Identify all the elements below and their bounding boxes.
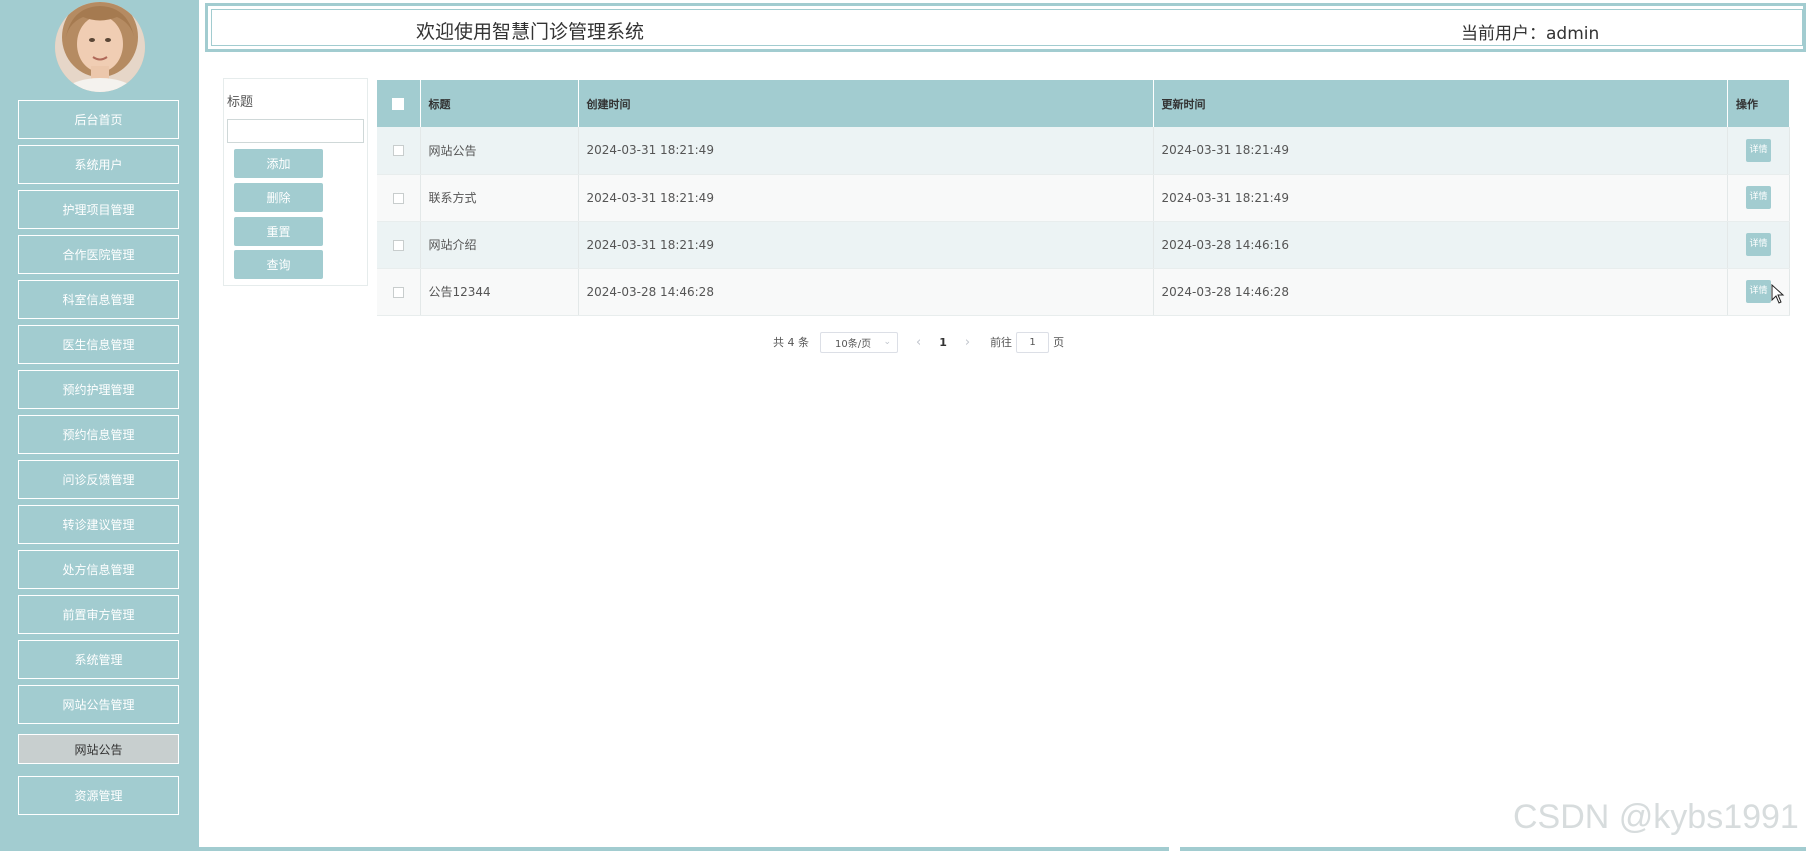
table-row: 网站介绍 2024-03-31 18:21:49 2024-03-28 14:4…	[377, 221, 1790, 269]
sidebar-item-label: 系统用户	[74, 158, 123, 172]
row-ops: 详情	[1727, 127, 1790, 175]
row-ops: 详情	[1727, 221, 1790, 269]
sidebar-item-label: 医生信息管理	[62, 338, 135, 352]
row-created: 2024-03-31 18:21:49	[578, 174, 1154, 222]
table-row: 公告12344 2024-03-28 14:46:28 2024-03-28 1…	[377, 268, 1790, 316]
search-title-label: 标题	[227, 95, 254, 110]
sidebar-item-label: 转诊建议管理	[62, 518, 135, 532]
sidebar-item-label: 预约信息管理	[62, 428, 135, 442]
page-title: 欢迎使用智慧门诊管理系统	[416, 21, 645, 43]
sidebar-item-label: 后台首页	[74, 113, 123, 127]
sidebar-item-system-users[interactable]: 系统用户	[18, 145, 179, 184]
header: 欢迎使用智慧门诊管理系统 当前用户：admin	[205, 3, 1806, 52]
row-check-cell	[377, 174, 421, 222]
sidebar-item-referral-advice[interactable]: 转诊建议管理	[18, 505, 179, 544]
row-checkbox[interactable]	[392, 145, 404, 157]
sidebar-item-departments[interactable]: 科室信息管理	[18, 280, 179, 319]
detail-button[interactable]: 详情	[1746, 280, 1771, 303]
header-title: 标题	[420, 80, 579, 127]
prev-page-icon[interactable]: ‹	[916, 335, 921, 350]
sidebar-item-consultation-feedback[interactable]: 问诊反馈管理	[18, 460, 179, 499]
sidebar-item-nursing-appointments[interactable]: 预约护理管理	[18, 370, 179, 409]
sidebar-item-announcements[interactable]: 网站公告	[18, 734, 179, 764]
header-updated: 更新时间	[1153, 80, 1728, 127]
goto-page-suffix: 页	[1053, 336, 1065, 349]
announcements-table: 标题 创建时间 更新时间 操作 网站公告 2024-03-31 18:21:49…	[377, 80, 1790, 316]
sidebar-item-label: 网站公告	[74, 742, 123, 757]
row-title: 公告12344	[420, 268, 579, 316]
row-checkbox[interactable]	[392, 239, 404, 251]
sidebar-item-partner-hospitals[interactable]: 合作医院管理	[18, 235, 179, 274]
row-checkbox[interactable]	[392, 286, 404, 298]
row-created: 2024-03-31 18:21:49	[578, 221, 1154, 269]
query-button[interactable]: 查询	[234, 250, 323, 279]
chevron-down-icon: ⌄	[883, 337, 891, 347]
avatar	[55, 2, 145, 92]
goto-label: 前往	[990, 336, 1013, 349]
page-size-select[interactable]: 10条/页 ⌄	[820, 331, 898, 353]
sidebar: 后台首页 系统用户 护理项目管理 合作医院管理 科室信息管理 医生信息管理 预约…	[0, 0, 199, 851]
sidebar-item-nursing-items[interactable]: 护理项目管理	[18, 190, 179, 229]
reset-button[interactable]: 重置	[234, 217, 323, 246]
bottom-strip-right	[1180, 847, 1806, 851]
sidebar-item-label: 资源管理	[74, 789, 123, 803]
row-title: 网站公告	[420, 127, 579, 175]
detail-button[interactable]: 详情	[1746, 138, 1771, 162]
row-created: 2024-03-31 18:21:49	[578, 127, 1154, 175]
goto-page-input[interactable]: 1	[1016, 331, 1050, 353]
row-created: 2024-03-28 14:46:28	[578, 268, 1154, 316]
sidebar-item-dashboard[interactable]: 后台首页	[18, 100, 179, 139]
row-title: 联系方式	[420, 174, 579, 222]
current-user-label: 当前用户：admin	[1461, 24, 1600, 44]
row-updated: 2024-03-28 14:46:28	[1153, 268, 1728, 316]
detail-button[interactable]: 详情	[1746, 233, 1771, 256]
row-check-cell	[377, 268, 421, 316]
sidebar-item-label: 预约护理管理	[62, 383, 135, 397]
search-title-input[interactable]	[227, 119, 364, 143]
search-panel: 标题 添加 删除 重置 查询	[223, 78, 368, 286]
select-all-checkbox[interactable]	[392, 98, 405, 110]
page-size-value: 10条/页	[835, 338, 872, 350]
header-created: 创建时间	[578, 80, 1154, 127]
row-check-cell	[377, 127, 421, 175]
row-check-cell	[377, 221, 421, 269]
sidebar-item-label: 系统管理	[74, 653, 123, 667]
table-row: 网站公告 2024-03-31 18:21:49 2024-03-31 18:2…	[377, 127, 1790, 175]
row-title: 网站介绍	[420, 221, 579, 269]
pagination-total: 共 4 条	[773, 336, 809, 349]
sidebar-item-appointments[interactable]: 预约信息管理	[18, 415, 179, 454]
sidebar-item-label: 问诊反馈管理	[62, 473, 135, 487]
row-updated: 2024-03-31 18:21:49	[1153, 174, 1728, 222]
detail-button[interactable]: 详情	[1746, 186, 1771, 209]
sidebar-item-prescription-review[interactable]: 前置审方管理	[18, 595, 179, 634]
sidebar-item-label: 合作医院管理	[62, 248, 135, 262]
pagination: 共 4 条 10条/页 ⌄ ‹ 1 › 前往 1 页	[773, 331, 1064, 353]
next-page-icon[interactable]: ›	[965, 335, 970, 350]
sidebar-item-label: 前置审方管理	[62, 608, 135, 622]
table-header-row: 标题 创建时间 更新时间 操作	[377, 80, 1790, 127]
sidebar-item-resources[interactable]: 资源管理	[18, 776, 179, 815]
avatar-image	[55, 2, 145, 92]
header-ops: 操作	[1727, 80, 1790, 127]
sidebar-item-label: 处方信息管理	[62, 563, 135, 577]
row-updated: 2024-03-31 18:21:49	[1153, 127, 1728, 175]
mouse-cursor-icon	[1771, 284, 1785, 304]
select-all-cell	[377, 80, 421, 127]
row-updated: 2024-03-28 14:46:16	[1153, 221, 1728, 269]
sidebar-item-system-management[interactable]: 系统管理	[18, 640, 179, 679]
sidebar-item-announcement-management[interactable]: 网站公告管理	[18, 685, 179, 724]
sidebar-item-label: 网站公告管理	[62, 698, 135, 712]
table-row: 联系方式 2024-03-31 18:21:49 2024-03-31 18:2…	[377, 174, 1790, 222]
sidebar-item-label: 护理项目管理	[62, 203, 135, 217]
add-button[interactable]: 添加	[234, 149, 323, 178]
current-page-number[interactable]: 1	[939, 336, 947, 349]
sidebar-item-prescriptions[interactable]: 处方信息管理	[18, 550, 179, 589]
row-checkbox[interactable]	[392, 192, 404, 204]
sidebar-item-label: 科室信息管理	[62, 293, 135, 307]
bottom-strip	[199, 847, 1169, 851]
delete-button[interactable]: 删除	[234, 183, 323, 212]
row-ops: 详情	[1727, 174, 1790, 222]
sidebar-item-doctors[interactable]: 医生信息管理	[18, 325, 179, 364]
watermark: CSDN @kybs1991	[1513, 798, 1799, 836]
